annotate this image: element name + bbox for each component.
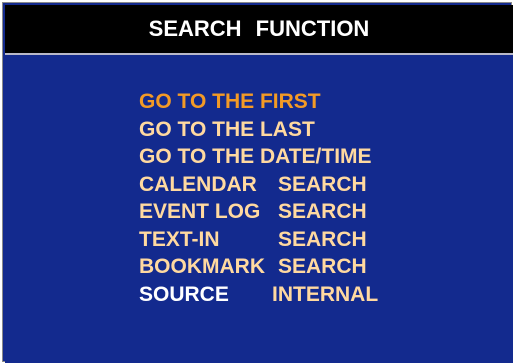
menu-item-label: GO TO THE LAST bbox=[139, 117, 315, 141]
menu-item-text-in-search[interactable]: TEXT-IN SEARCH bbox=[139, 226, 372, 254]
search-menu-list: GO TO THE FIRST GO TO THE LAST GO TO THE… bbox=[139, 88, 378, 309]
menu-item-go-to-last[interactable]: GO TO THE LAST bbox=[139, 116, 372, 144]
source-value[interactable]: INTERNAL bbox=[272, 281, 378, 309]
menu-item-label: CALENDAR bbox=[139, 172, 257, 196]
search-function-window: SEARCH FUNCTION GO TO THE FIRST GO TO TH… bbox=[0, 0, 514, 364]
menu-item-label: EVENT LOG bbox=[139, 200, 261, 223]
title-bar: SEARCH FUNCTION bbox=[5, 5, 513, 55]
menu-item-label: GO TO THE DATE/TIME bbox=[139, 145, 372, 168]
menu-item-action: SEARCH bbox=[278, 227, 367, 251]
menu-item-go-to-date-time[interactable]: GO TO THE DATE/TIME bbox=[139, 143, 372, 171]
menu-item-go-to-first[interactable]: GO TO THE FIRST bbox=[139, 88, 372, 116]
menu-item-bookmark-search[interactable]: BOOKMARK SEARCH bbox=[139, 253, 372, 281]
window-title: SEARCH FUNCTION bbox=[148, 16, 370, 41]
menu-item-action: SEARCH bbox=[278, 255, 367, 278]
menu-panel: GO TO THE FIRST GO TO THE LAST GO TO THE… bbox=[5, 55, 513, 363]
menu-item-calendar-search[interactable]: CALENDAR SEARCH bbox=[139, 171, 372, 199]
menu-item-action: SEARCH bbox=[278, 172, 367, 196]
menu-item-label: GO TO THE FIRST bbox=[139, 90, 321, 113]
menu-item-label: BOOKMARK bbox=[139, 255, 265, 278]
menu-item-label: TEXT-IN bbox=[139, 227, 220, 251]
menu-item-action: SEARCH bbox=[278, 200, 367, 223]
menu-item-event-log-search[interactable]: EVENT LOG SEARCH bbox=[139, 198, 372, 226]
source-selector[interactable]: SOURCE INTERNAL bbox=[139, 281, 378, 309]
source-label: SOURCE bbox=[139, 282, 229, 306]
